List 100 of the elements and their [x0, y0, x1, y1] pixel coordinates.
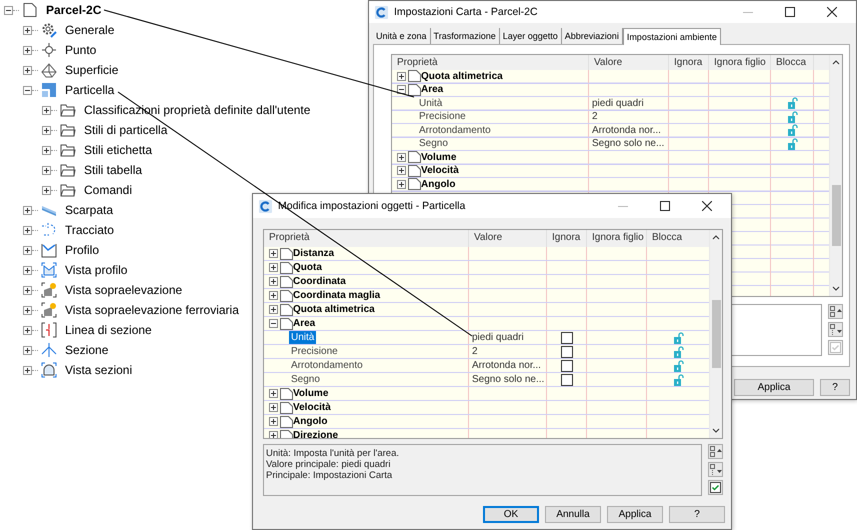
- group-label[interactable]: Angolo: [293, 415, 328, 428]
- scroll-thumb[interactable]: [832, 185, 840, 246]
- expander-button[interactable]: [42, 126, 51, 134]
- expander-button[interactable]: [42, 106, 51, 114]
- collapse-all-button[interactable]: [708, 462, 723, 477]
- maximize-icon[interactable]: [785, 7, 795, 17]
- expander-button[interactable]: [269, 403, 278, 412]
- ignore-checkbox[interactable]: [561, 374, 573, 386]
- unlocked-padlock-icon[interactable]: [788, 138, 798, 150]
- expander-button[interactable]: [23, 306, 32, 314]
- tab[interactable]: Impostazioni ambiente: [622, 28, 721, 45]
- ignore-checkbox[interactable]: [561, 360, 573, 372]
- close-icon[interactable]: [827, 7, 837, 17]
- check-button[interactable]: [828, 340, 843, 355]
- close-icon[interactable]: [702, 201, 712, 211]
- expander-button[interactable]: [23, 326, 32, 334]
- dialog-button[interactable]: Applica: [734, 379, 814, 396]
- group-label[interactable]: Quota altimetrica: [421, 70, 503, 82]
- property-value[interactable]: 2: [472, 345, 478, 358]
- expander-button[interactable]: [269, 305, 278, 314]
- group-label[interactable]: Volume: [421, 151, 456, 164]
- expander-button[interactable]: [23, 246, 32, 254]
- property-label[interactable]: Arrotondamento: [289, 359, 365, 372]
- expander-button[interactable]: [269, 249, 278, 258]
- expander-button[interactable]: [23, 206, 32, 214]
- group-label[interactable]: Area: [421, 84, 444, 96]
- dialog-button[interactable]: ?: [820, 379, 850, 396]
- unlocked-padlock-icon[interactable]: [674, 360, 684, 372]
- tree-item[interactable]: Stili tabella: [84, 163, 142, 177]
- expander-button[interactable]: [23, 346, 32, 354]
- property-label[interactable]: Segno: [289, 373, 322, 386]
- expander-button[interactable]: [42, 166, 51, 174]
- property-label[interactable]: Precisione: [289, 345, 340, 358]
- expander-button[interactable]: [269, 319, 278, 328]
- expander-button[interactable]: [23, 26, 32, 34]
- expander-button[interactable]: [4, 6, 13, 14]
- tree-item[interactable]: Stili etichetta: [84, 143, 152, 157]
- expander-button[interactable]: [269, 291, 278, 300]
- scrollbar[interactable]: [709, 230, 722, 438]
- expander-button[interactable]: [397, 72, 406, 81]
- tree-item[interactable]: Comandi: [84, 183, 132, 197]
- tree-item[interactable]: Generale: [65, 23, 114, 37]
- dialog-button[interactable]: ?: [669, 506, 725, 523]
- expander-button[interactable]: [269, 263, 278, 272]
- property-value[interactable]: Segno solo ne...: [472, 373, 544, 386]
- property-label[interactable]: Segno: [417, 138, 450, 150]
- unlocked-padlock-icon[interactable]: [674, 346, 684, 358]
- collapse-all-button[interactable]: [828, 322, 843, 337]
- ignore-checkbox[interactable]: [561, 346, 573, 358]
- group-label[interactable]: Velocità: [293, 401, 331, 414]
- property-value[interactable]: Segno solo ne...: [592, 138, 664, 150]
- dialog-button[interactable]: Applica: [607, 506, 663, 523]
- property-value[interactable]: 2: [592, 110, 598, 123]
- expander-button[interactable]: [23, 46, 32, 54]
- tree-item[interactable]: Tracciato: [65, 223, 114, 237]
- tree-item[interactable]: Linea di sezione: [65, 323, 152, 337]
- group-label[interactable]: Coordinata: [293, 275, 346, 288]
- property-label[interactable]: Arrotondamento: [417, 124, 493, 136]
- property-label[interactable]: Unità: [289, 331, 316, 344]
- expander-button[interactable]: [23, 286, 32, 294]
- expand-all-button[interactable]: [708, 444, 723, 459]
- expander-button[interactable]: [269, 417, 278, 426]
- expander-button[interactable]: [23, 366, 32, 374]
- tree-item[interactable]: Vista sezioni: [65, 363, 132, 377]
- expander-button[interactable]: [23, 266, 32, 274]
- scroll-down-icon[interactable]: [832, 286, 840, 292]
- expander-button[interactable]: [23, 86, 32, 94]
- unlocked-padlock-icon[interactable]: [788, 110, 798, 123]
- expander-button[interactable]: [42, 146, 51, 154]
- group-label[interactable]: Area: [293, 317, 316, 330]
- unlocked-padlock-icon[interactable]: [674, 374, 684, 386]
- expander-button[interactable]: [397, 166, 406, 176]
- scroll-thumb[interactable]: [712, 300, 720, 368]
- tree-item[interactable]: Vista sopraelevazione ferroviaria: [65, 303, 239, 317]
- scroll-up-icon[interactable]: [832, 59, 840, 65]
- tree-item[interactable]: Profilo: [65, 243, 100, 257]
- unlocked-padlock-icon[interactable]: [788, 124, 798, 136]
- tree-item[interactable]: Superficie: [65, 63, 118, 77]
- group-label[interactable]: Coordinata maglia: [293, 289, 380, 302]
- tab[interactable]: Unità e zona: [373, 28, 431, 44]
- scrollbar[interactable]: [829, 55, 842, 296]
- expander-button[interactable]: [397, 85, 406, 94]
- property-value[interactable]: piedi quadri: [472, 331, 524, 344]
- dialog-button[interactable]: OK: [483, 506, 539, 523]
- property-value[interactable]: Arrotonda nor...: [592, 124, 661, 136]
- tree-item[interactable]: Punto: [65, 43, 96, 57]
- scroll-down-icon[interactable]: [712, 428, 720, 434]
- tab[interactable]: Layer oggetto: [500, 28, 562, 44]
- tree-item[interactable]: Sezione: [65, 343, 108, 357]
- dialog-button[interactable]: Annulla: [545, 506, 601, 523]
- tree-item[interactable]: Particella: [65, 83, 114, 97]
- unlocked-padlock-icon[interactable]: [674, 332, 684, 344]
- group-label[interactable]: Volume: [293, 387, 328, 400]
- ignore-checkbox[interactable]: [561, 332, 573, 344]
- expander-button[interactable]: [397, 180, 406, 189]
- group-label[interactable]: Velocità: [421, 164, 459, 177]
- expander-button[interactable]: [269, 277, 278, 286]
- expand-all-button[interactable]: [828, 304, 843, 319]
- expander-button[interactable]: [23, 226, 32, 234]
- expander-button[interactable]: [23, 66, 32, 74]
